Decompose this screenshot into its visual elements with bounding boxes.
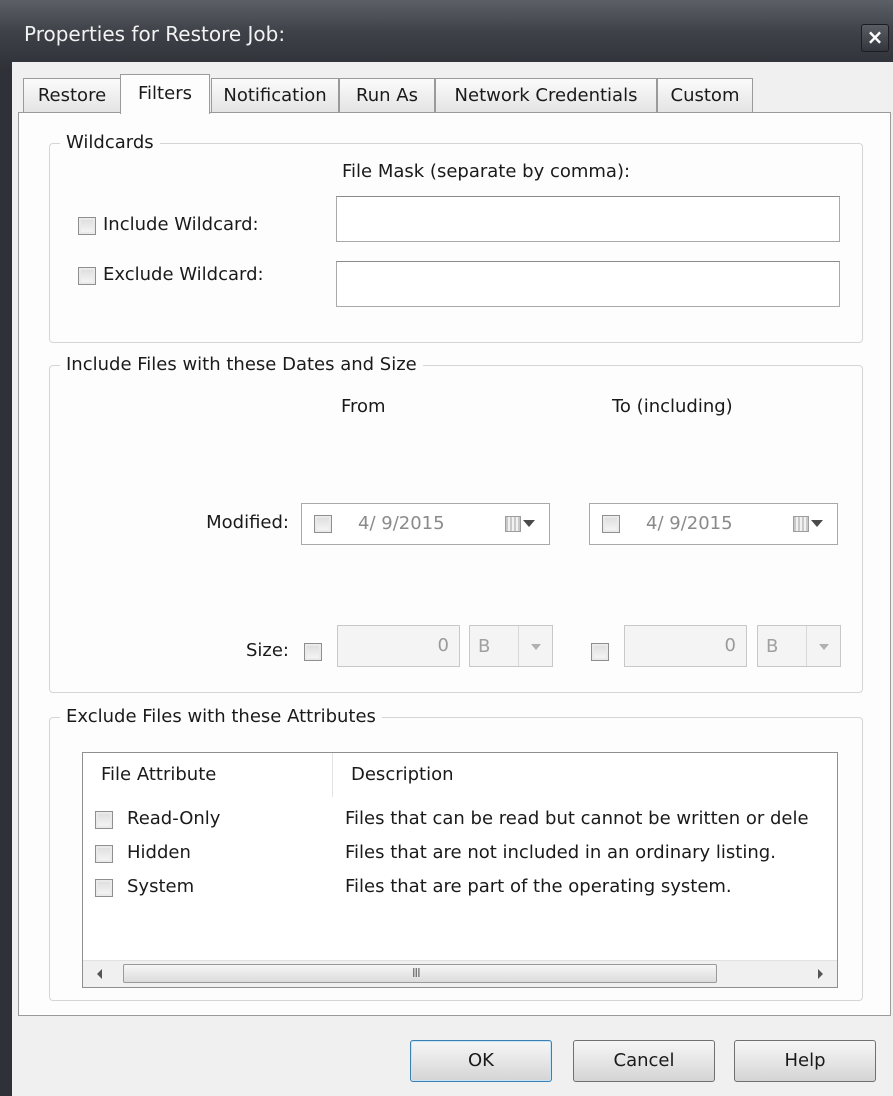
read-only-checkbox[interactable] bbox=[95, 811, 113, 829]
modified-from-date-picker[interactable]: 4/ 9/2015 bbox=[301, 503, 550, 545]
tab-notification[interactable]: Notification bbox=[211, 78, 339, 112]
size-label: Size: bbox=[245, 640, 289, 661]
close-button[interactable]: × bbox=[861, 24, 889, 52]
modified-from-checkbox[interactable] bbox=[314, 515, 332, 533]
modified-to-date-picker[interactable]: 4/ 9/2015 bbox=[589, 503, 838, 545]
size-to-checkbox[interactable] bbox=[591, 643, 609, 661]
file-mask-label: File Mask (separate by comma): bbox=[342, 161, 631, 182]
list-item[interactable]: Read-Only Files that can be read but can… bbox=[83, 803, 837, 837]
list-item[interactable]: System Files that are part of the operat… bbox=[83, 871, 837, 905]
exclude-wildcard-checkbox[interactable] bbox=[78, 267, 96, 285]
wildcards-legend: Wildcards bbox=[60, 132, 160, 153]
size-to-input[interactable]: 0 bbox=[624, 625, 747, 667]
size-to-unit-select[interactable]: B bbox=[757, 625, 841, 667]
chevron-down-icon bbox=[531, 644, 541, 650]
attribute-name: Read-Only bbox=[127, 808, 221, 829]
scrollbar-grip: III bbox=[412, 966, 421, 980]
size-from-unit-select[interactable]: B bbox=[469, 625, 553, 667]
window-title: Properties for Restore Job: bbox=[24, 22, 286, 46]
dates-size-legend: Include Files with these Dates and Size bbox=[60, 354, 423, 375]
size-from-unit: B bbox=[478, 636, 491, 657]
attribute-description: Files that are part of the operating sys… bbox=[345, 876, 732, 897]
calendar-dropdown-icon[interactable] bbox=[505, 514, 539, 536]
hidden-checkbox[interactable] bbox=[95, 845, 113, 863]
tab-custom[interactable]: Custom bbox=[657, 78, 753, 112]
system-checkbox[interactable] bbox=[95, 879, 113, 897]
size-from-value: 0 bbox=[437, 635, 449, 656]
size-to-value: 0 bbox=[724, 635, 736, 656]
from-column-label: From bbox=[341, 396, 386, 417]
attributes-legend: Exclude Files with these Attributes bbox=[60, 706, 382, 727]
include-wildcard-checkbox[interactable] bbox=[78, 217, 96, 235]
include-wildcard-label: Include Wildcard: bbox=[103, 214, 259, 235]
tab-network-credentials[interactable]: Network Credentials bbox=[435, 78, 657, 112]
modified-label: Modified: bbox=[206, 512, 289, 533]
attribute-description: Files that are not included in an ordina… bbox=[345, 842, 776, 863]
cancel-button[interactable]: Cancel bbox=[573, 1040, 715, 1082]
tab-restore[interactable]: Restore bbox=[23, 78, 121, 112]
scroll-right-icon[interactable] bbox=[818, 969, 823, 979]
attribute-name: System bbox=[127, 876, 195, 897]
tab-filters[interactable]: Filters bbox=[120, 74, 210, 114]
chevron-down-icon bbox=[819, 644, 829, 650]
size-from-checkbox[interactable] bbox=[304, 643, 322, 661]
tab-run-as[interactable]: Run As bbox=[339, 78, 435, 112]
exclude-wildcard-input[interactable] bbox=[336, 261, 840, 307]
help-button[interactable]: Help bbox=[734, 1040, 876, 1082]
list-item[interactable]: Hidden Files that are not included in an… bbox=[83, 837, 837, 871]
ok-button[interactable]: OK bbox=[410, 1040, 552, 1082]
dialog-client-area: Restore Filters Notification Run As Netw… bbox=[12, 62, 893, 1096]
to-column-label: To (including) bbox=[612, 396, 733, 417]
column-header-file-attribute[interactable]: File Attribute bbox=[83, 753, 333, 797]
attributes-list-view[interactable]: File Attribute Description Read-Only Fil… bbox=[82, 752, 838, 988]
modified-from-date: 4/ 9/2015 bbox=[358, 513, 445, 534]
scroll-left-icon[interactable] bbox=[97, 969, 102, 979]
attribute-description: Files that can be read but cannot be wri… bbox=[345, 808, 809, 829]
attribute-name: Hidden bbox=[127, 842, 191, 863]
calendar-dropdown-icon[interactable] bbox=[793, 514, 827, 536]
horizontal-scrollbar[interactable]: III bbox=[83, 960, 837, 987]
modified-to-date: 4/ 9/2015 bbox=[646, 513, 733, 534]
exclude-wildcard-label: Exclude Wildcard: bbox=[103, 264, 264, 285]
size-from-input[interactable]: 0 bbox=[337, 625, 460, 667]
modified-to-checkbox[interactable] bbox=[602, 515, 620, 533]
scrollbar-thumb[interactable]: III bbox=[123, 964, 717, 983]
properties-dialog: Properties for Restore Job: × Restore Fi… bbox=[0, 0, 893, 1096]
column-header-description[interactable]: Description bbox=[333, 753, 837, 797]
size-to-unit: B bbox=[766, 636, 779, 657]
include-wildcard-input[interactable] bbox=[336, 196, 840, 242]
